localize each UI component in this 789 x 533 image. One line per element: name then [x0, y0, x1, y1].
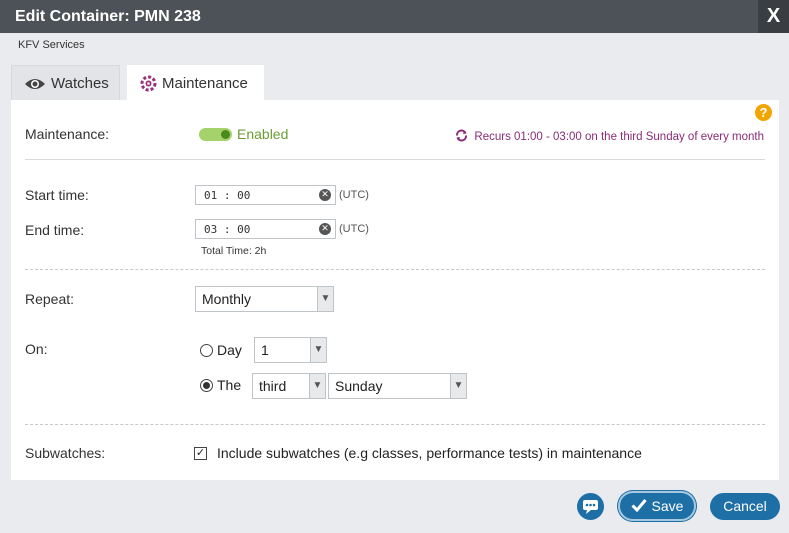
ordinal-value: third	[259, 378, 287, 394]
total-time: Total Time: 2h	[201, 245, 267, 257]
repeat-select[interactable]: Monthly ▼	[195, 286, 334, 312]
recur-icon	[455, 129, 468, 145]
tab-watches-label: Watches	[51, 75, 109, 92]
eye-icon	[24, 77, 46, 91]
close-button[interactable]: X	[758, 0, 789, 33]
maintenance-panel: ? Maintenance: Enabled Recurs 01:00 - 03…	[11, 100, 779, 480]
repeat-label: Repeat:	[25, 291, 75, 307]
cancel-button[interactable]: Cancel	[710, 493, 780, 520]
subwatches-label: Subwatches:	[25, 445, 106, 461]
recurrence-text: Recurs 01:00 - 03:00 on the third Sunday…	[474, 131, 764, 143]
dialog-title: Edit Container: PMN 238	[15, 8, 201, 25]
radio-the-label: The	[217, 377, 242, 393]
weekday-value: Sunday	[335, 378, 383, 394]
chevron-down-icon: ▼	[309, 374, 325, 398]
start-time-label: Start time:	[25, 187, 89, 203]
tab-maintenance-label: Maintenance	[162, 75, 248, 92]
end-time-tz: (UTC)	[339, 223, 369, 235]
on-label: On:	[25, 341, 48, 357]
clear-icon[interactable]: ✕	[319, 189, 331, 201]
radio-day-label: Day	[217, 342, 242, 358]
service-name: KFV Services	[18, 39, 85, 51]
tab-watches[interactable]: Watches	[11, 65, 120, 101]
checkmark-icon	[630, 498, 647, 515]
repeat-value: Monthly	[202, 291, 252, 307]
chevron-down-icon: ▼	[450, 374, 466, 398]
radio-the[interactable]	[200, 379, 213, 392]
save-label: Save	[651, 498, 684, 514]
radio-day[interactable]	[200, 344, 213, 357]
end-time-value: 03 : 00	[204, 223, 251, 236]
tab-maintenance[interactable]: Maintenance	[127, 65, 264, 101]
subwatches-checkbox[interactable]: ✓	[194, 447, 207, 460]
start-time-input[interactable]: 01 : 00 ✕	[195, 185, 336, 205]
maintenance-status: Enabled	[237, 126, 289, 142]
chevron-down-icon: ▼	[310, 338, 326, 362]
day-select[interactable]: 1 ▼	[254, 337, 327, 363]
divider	[25, 159, 765, 160]
chat-button[interactable]	[577, 493, 604, 520]
title-bar: Edit Container: PMN 238 X	[0, 0, 789, 33]
clear-icon[interactable]: ✕	[319, 223, 331, 235]
maintenance-label: Maintenance:	[25, 126, 110, 142]
chevron-down-icon: ▼	[317, 287, 333, 311]
divider	[25, 269, 765, 270]
maintenance-toggle[interactable]	[199, 128, 232, 141]
help-icon[interactable]: ?	[755, 104, 772, 121]
start-time-tz: (UTC)	[339, 189, 369, 201]
chat-icon	[577, 500, 604, 524]
ordinal-select[interactable]: third ▼	[252, 373, 326, 399]
save-button[interactable]: Save	[618, 491, 696, 521]
divider	[25, 424, 765, 425]
recurrence-summary: Recurs 01:00 - 03:00 on the third Sunday…	[455, 129, 764, 145]
subwatches-checkbox-label: Include subwatches (e.g classes, perform…	[217, 445, 642, 461]
day-value: 1	[261, 342, 269, 358]
start-time-value: 01 : 00	[204, 189, 251, 202]
weekday-select[interactable]: Sunday ▼	[328, 373, 467, 399]
maintenance-gear-icon	[140, 75, 157, 92]
end-time-input[interactable]: 03 : 00 ✕	[195, 219, 336, 239]
end-time-label: End time:	[25, 222, 85, 238]
